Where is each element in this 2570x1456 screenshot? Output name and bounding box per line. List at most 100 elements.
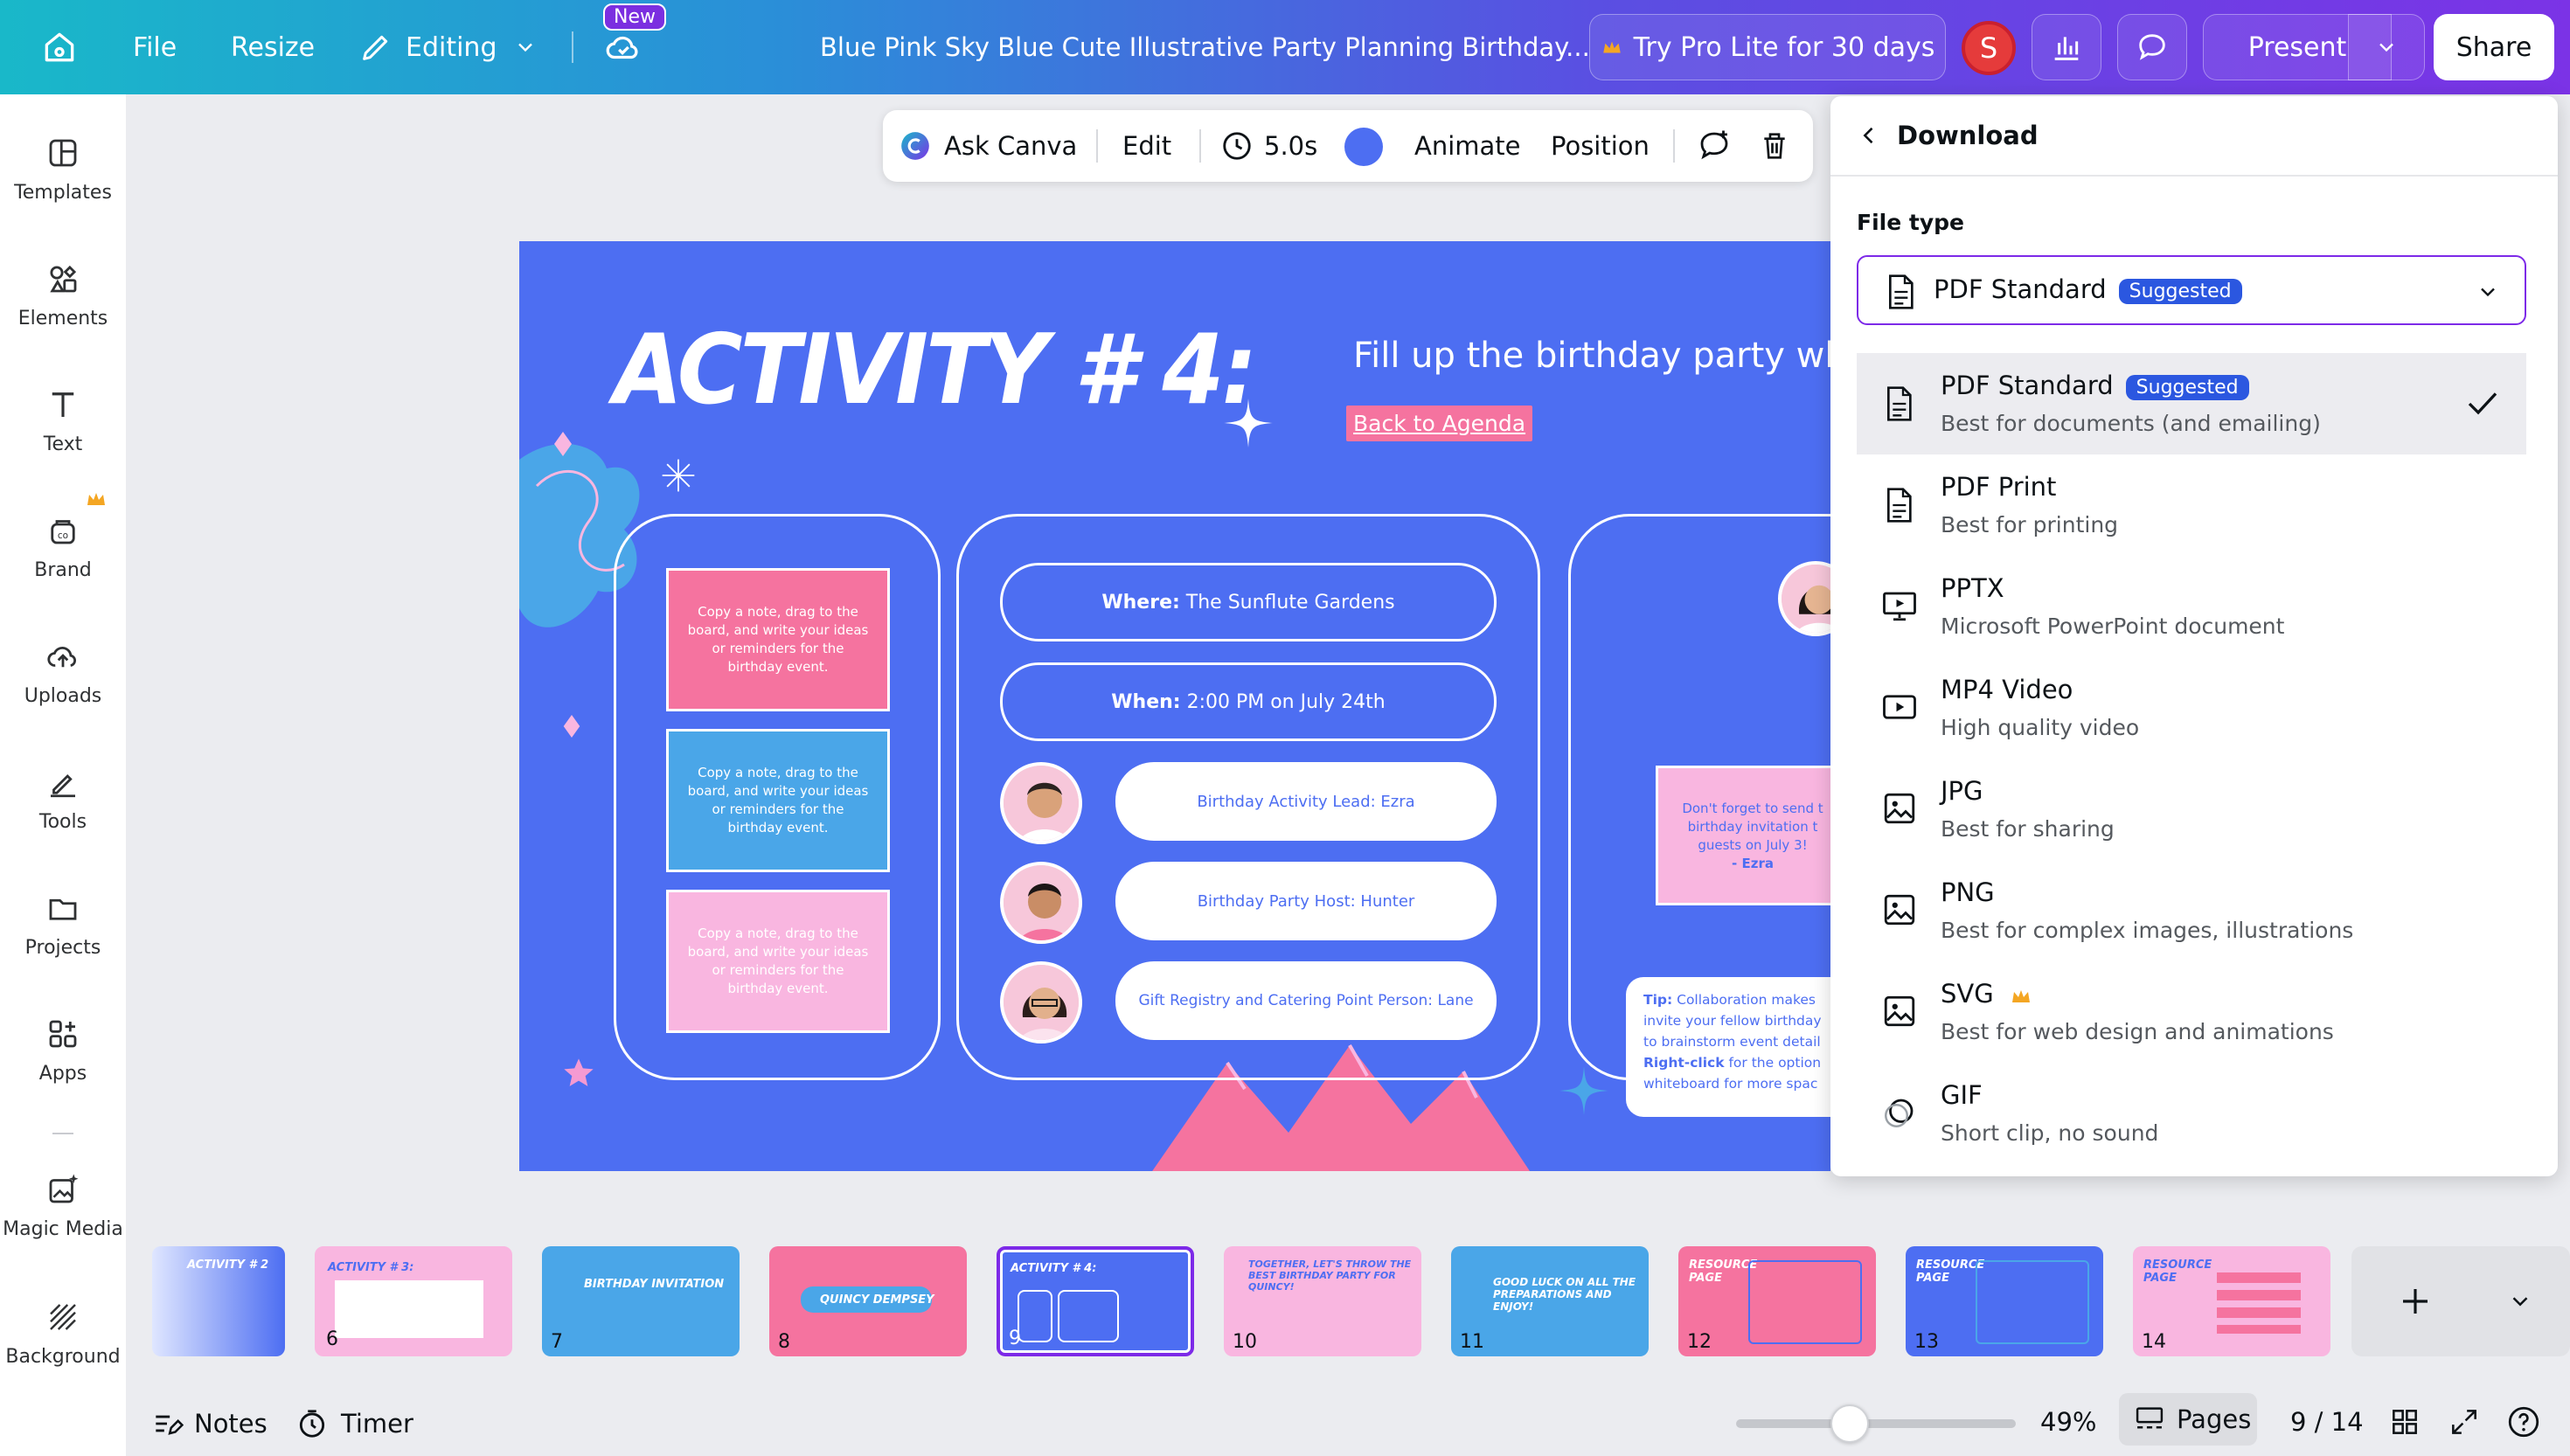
sidebar-label: Templates	[14, 182, 112, 204]
page-thumbnail[interactable]: GOOD LUCK ON ALL THE PREPARATIONS AND EN…	[1451, 1246, 1649, 1356]
sidebar-item-text[interactable]: Text	[0, 386, 126, 455]
comments-button[interactable]	[2117, 14, 2187, 80]
option-svg[interactable]: SVG Best for web design and animations	[1857, 961, 2526, 1063]
page-thumbnail[interactable]: TOGETHER, LET'S THROW THE BEST BIRTHDAY …	[1224, 1246, 1421, 1356]
sticky-note[interactable]: Copy a note, drag to the board, and writ…	[666, 568, 890, 711]
image-icon	[1884, 793, 1915, 824]
ask-canva-button[interactable]: Ask Canva	[899, 110, 1077, 182]
option-gif[interactable]: GIF Short clip, no sound	[1857, 1063, 2526, 1164]
where-value: The Sunflute Gardens	[1185, 591, 1395, 614]
zoom-slider[interactable]	[1736, 1404, 2016, 1443]
chevron-down-icon	[2481, 288, 2495, 297]
timer-button[interactable]: Timer	[295, 1407, 413, 1440]
role-pill[interactable]: Gift Registry and Catering Point Person:…	[1115, 961, 1497, 1040]
thumbnail-title: GOOD LUCK ON ALL THE PREPARATIONS AND EN…	[1493, 1276, 1636, 1313]
thumbnail-title: RESOURCE PAGE	[1689, 1258, 1758, 1285]
page-thumbnail[interactable]: QUINCY DEMPSEY 8	[769, 1246, 967, 1356]
sticky-note[interactable]: Copy a note, drag to the board, and writ…	[666, 729, 890, 872]
try-pro-label: Try Pro Lite for 30 days	[1633, 31, 1935, 63]
option-pdf-print[interactable]: PDF Print Best for printing	[1857, 454, 2526, 556]
color-swatch[interactable]	[1344, 128, 1383, 166]
avatar[interactable]	[1000, 762, 1082, 844]
notes-button[interactable]: Notes	[150, 1407, 267, 1440]
sidebar-item-background[interactable]: Background	[0, 1299, 126, 1368]
add-comment-button[interactable]	[1696, 110, 1733, 182]
pdf-icon	[1889, 274, 1914, 309]
file-type-select[interactable]: PDF Standard Suggested	[1857, 255, 2526, 325]
option-description: Best for web design and animations	[1941, 1019, 2334, 1044]
timer-icon	[299, 1410, 325, 1438]
help-icon[interactable]	[2505, 1404, 2542, 1440]
sidebar-item-brand[interactable]: co Brand	[0, 512, 126, 581]
option-mp4[interactable]: MP4 Video High quality video	[1857, 657, 2526, 759]
sidebar-item-projects[interactable]: Projects	[0, 890, 126, 959]
back-button[interactable]: Download	[1857, 121, 2039, 150]
animate-button[interactable]: Animate	[1414, 110, 1521, 182]
edit-button[interactable]: Edit	[1122, 110, 1171, 182]
page-thumbnail[interactable]: RESOURCE PAGE 14	[2133, 1246, 2330, 1356]
page-thumbnail-current[interactable]: ACTIVITY # 4: 9	[997, 1246, 1194, 1356]
sidebar-item-templates[interactable]: Templates	[0, 135, 126, 204]
sticky-note[interactable]: Copy a note, drag to the board, and writ…	[666, 890, 890, 1033]
page-thumbnail[interactable]: RESOURCE PAGE 13	[1906, 1246, 2103, 1356]
page-number: 14	[2142, 1331, 2166, 1353]
option-jpg[interactable]: JPG Best for sharing	[1857, 759, 2526, 860]
position-button[interactable]: Position	[1551, 110, 1650, 182]
tip-box[interactable]: Tip: Collaboration makes invite your fel…	[1626, 977, 1830, 1117]
avatar[interactable]	[1000, 961, 1082, 1043]
fullscreen-icon[interactable]	[2448, 1405, 2481, 1439]
crown-icon	[86, 489, 107, 507]
zoom-slider-thumb[interactable]	[1830, 1404, 1869, 1443]
grid-view-icon[interactable]	[2388, 1405, 2421, 1439]
page-thumbnail[interactable]: ACTIVITY # 2	[152, 1246, 285, 1356]
present-options-button[interactable]	[2348, 14, 2425, 80]
sidebar-item-uploads[interactable]: Uploads	[0, 638, 126, 707]
sidebar-item-apps[interactable]: Apps	[0, 1016, 126, 1085]
diamond-decoration	[563, 715, 580, 738]
option-description: Best for complex images, illustrations	[1941, 918, 2354, 943]
ask-canva-label: Ask Canva	[944, 131, 1078, 161]
slide-canvas[interactable]: ACTIVITY # 4: Fill up the birthday party…	[519, 241, 1830, 1171]
editing-mode-button[interactable]: Editing	[358, 0, 538, 94]
role-pill[interactable]: Birthday Activity Lead: Ezra	[1115, 762, 1497, 841]
check-icon	[2468, 392, 2497, 415]
add-page-button[interactable]	[2397, 1283, 2434, 1320]
share-button[interactable]: Share	[2434, 14, 2554, 80]
sidebar-label: Magic Media	[3, 1218, 123, 1240]
back-to-agenda-link[interactable]: Back to Agenda	[1346, 406, 1533, 441]
option-description: Best for printing	[1941, 512, 2119, 537]
page-thumbnail[interactable]: ACTIVITY # 3: 6	[315, 1246, 512, 1356]
pages-button[interactable]: Pages	[2119, 1393, 2257, 1446]
resize-button[interactable]: Resize	[231, 0, 315, 94]
zoom-level[interactable]: 49%	[2040, 1407, 2096, 1437]
gif-icon	[1885, 1099, 1914, 1127]
option-pptx[interactable]: PPTX Microsoft PowerPoint document	[1857, 556, 2526, 657]
sidebar-label: Apps	[38, 1063, 87, 1085]
chevron-down-icon[interactable]	[2507, 1288, 2533, 1314]
option-pdf-standard[interactable]: PDF Standard Suggested Best for documents…	[1857, 353, 2526, 454]
divider	[1096, 129, 1098, 163]
page-thumbnail[interactable]: BIRTHDAY INVITATION 7	[542, 1246, 740, 1356]
slide-subtitle[interactable]: Fill up the birthday party wh	[1353, 336, 1830, 376]
insights-button[interactable]	[2032, 14, 2101, 80]
document-title[interactable]: Blue Pink Sky Blue Cute Illustrative Par…	[820, 0, 1590, 94]
sidebar-item-tools[interactable]: Tools	[0, 764, 126, 833]
file-menu[interactable]: File	[133, 0, 177, 94]
duration-button[interactable]: 5.0s	[1220, 110, 1317, 182]
avatar[interactable]	[1000, 862, 1082, 944]
projects-icon	[49, 898, 77, 920]
role-pill[interactable]: Birthday Party Host: Hunter	[1115, 862, 1497, 940]
home-button[interactable]	[40, 0, 79, 94]
sidebar-item-elements[interactable]: Elements	[0, 260, 126, 329]
try-pro-button[interactable]: Try Pro Lite for 30 days	[1589, 14, 1946, 80]
option-png[interactable]: PNG Best for complex images, illustratio…	[1857, 860, 2526, 961]
reminder-note[interactable]: Don't forget to send t birthday invitati…	[1656, 766, 1830, 905]
delete-button[interactable]	[1757, 110, 1792, 182]
page-thumbnail[interactable]: RESOURCE PAGE 12	[1678, 1246, 1876, 1356]
user-avatar[interactable]: S	[1962, 21, 2016, 75]
tip-text: invite your fellow birthday	[1643, 1013, 1822, 1029]
sidebar-item-magic-media[interactable]: Magic Media	[0, 1171, 126, 1240]
when-field[interactable]: When: 2:00 PM on July 24th	[1000, 662, 1497, 741]
slide-title[interactable]: ACTIVITY # 4:	[614, 314, 1257, 426]
where-field[interactable]: Where: The Sunflute Gardens	[1000, 563, 1497, 641]
